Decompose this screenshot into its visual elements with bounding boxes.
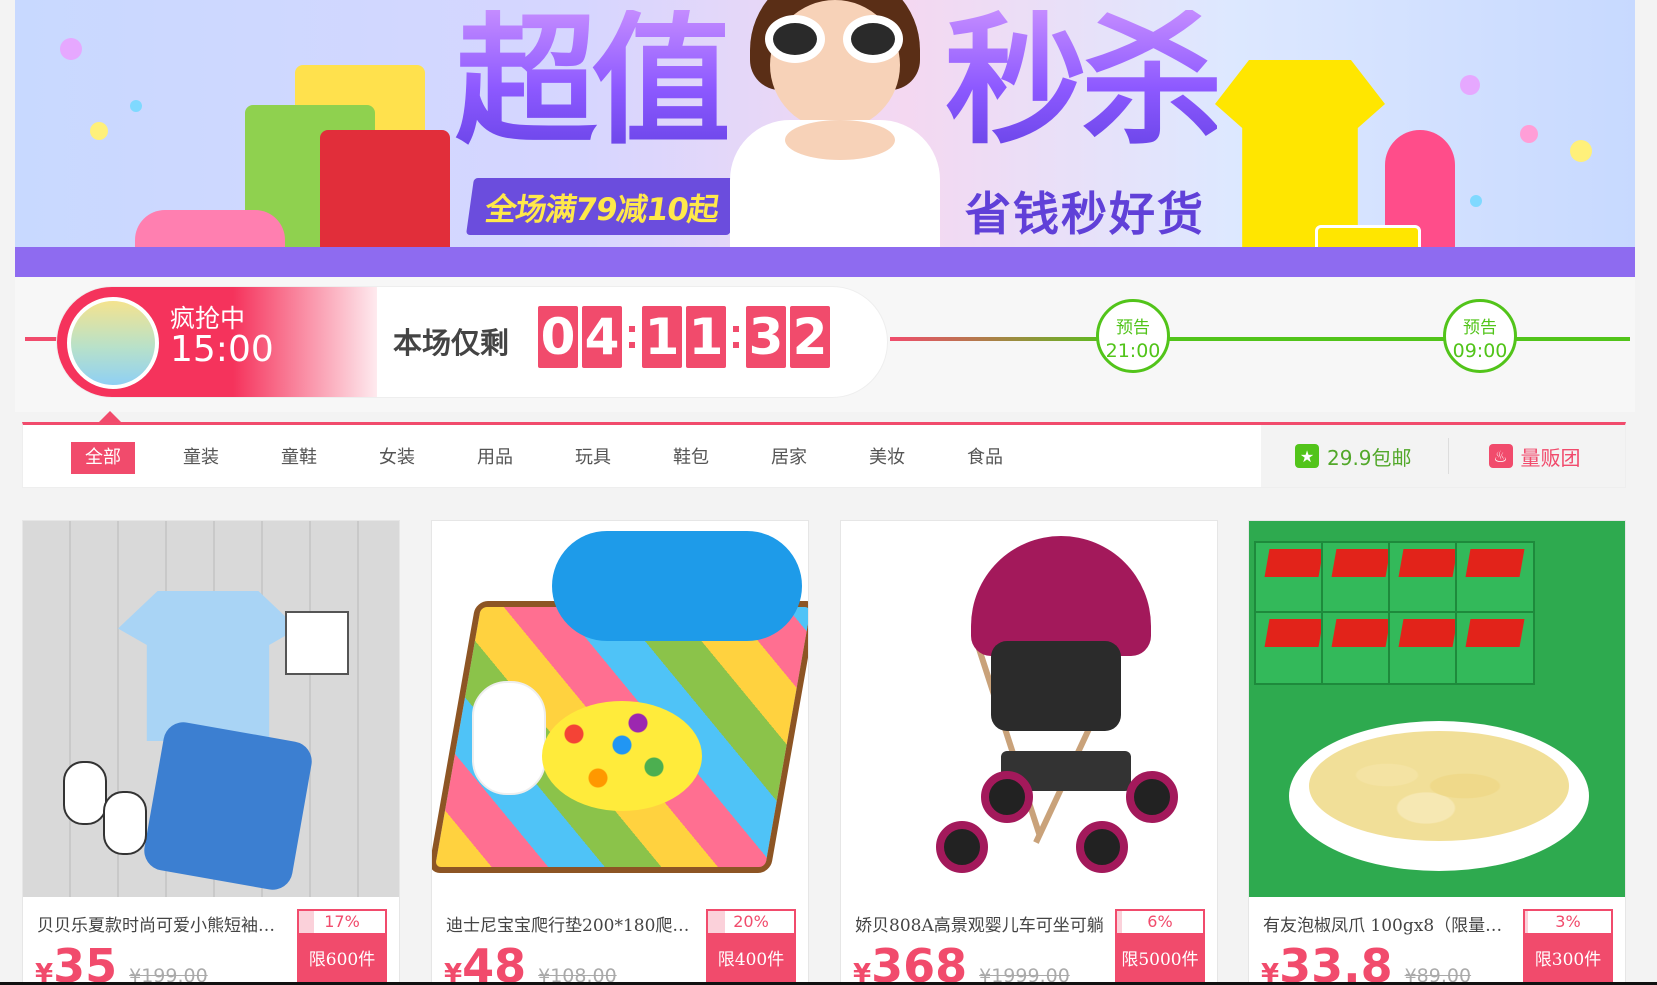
category-tab-womens-clothing[interactable]: 女装 [365,442,429,474]
sold-progress-fill [708,911,726,933]
limit-quantity-button[interactable]: 限600件 [297,935,387,984]
sun-icon [67,297,159,389]
product-card[interactable]: 迪士尼宝宝爬行垫200*180爬行垫加厚 ¥48¥108.00 20% 限400… [431,520,809,985]
product-card[interactable]: 贝贝乐夏款时尚可爱小熊短袖套装 ¥35 ¥199.00 17% 限600件 [22,520,400,985]
current-session-time: 15:00 [170,329,274,370]
sold-progress: 17% [297,909,387,935]
category-tab-kids-shoes[interactable]: 童鞋 [267,442,331,474]
limit-quantity-button[interactable]: 限400件 [706,935,796,984]
sold-progress: 20% [706,909,796,935]
free-shipping-label: 29.9包邮 [1327,445,1412,470]
category-bar: 全部 童装 童鞋 女装 用品 玩具 鞋包 居家 美妆 食品 ★ 29.9包邮 ♨… [22,411,1626,488]
model-girl-image [715,0,955,248]
category-tab-all[interactable]: 全部 [71,442,135,474]
upcoming-session-label: 预告 [1116,318,1150,338]
decor-dot [1470,195,1482,207]
decor-dot [1460,75,1480,95]
product-title[interactable]: 有友泡椒凤爪 100gx8（限量抢购） [1263,911,1513,936]
sold-progress: 6% [1115,909,1205,935]
promo-banner[interactable]: 超值 全场满79减10起 秒杀 省钱秒好货 [15,0,1635,277]
sold-progress-fill [1525,911,1528,933]
product-image[interactable] [432,521,808,897]
upcoming-session-time: 09:00 [1452,340,1508,362]
flash-sale-timeline: 疯抢中 15:00 本场仅剩 0 4 1 1 3 2 预告 21:00 预告 0… [15,277,1635,412]
product-price: ¥35 ¥199.00 [35,939,208,985]
banner-headline-left: 超值 [455,0,733,164]
product-card[interactable]: 有友泡椒凤爪 100gx8（限量抢购） ¥33.8 ¥89.00 3% 限300件 [1248,520,1626,985]
category-tab-beauty[interactable]: 美妆 [855,442,919,474]
sold-progress: 3% [1523,909,1613,935]
banner-headline-right: 秒杀 [945,0,1223,164]
decor-dot [90,122,108,140]
countdown-digit: 2 [790,306,830,368]
product-title[interactable]: 娇贝808A高景观婴儿车可坐可躺 [855,911,1105,936]
group-buy-label: 量贩团 [1520,445,1581,470]
countdown-digit: 1 [686,306,726,368]
timeline-track [890,337,1120,341]
countdown-colon [730,306,742,368]
product-price: ¥33.8 ¥89.00 [1261,939,1471,985]
decor-dot [130,100,142,112]
sold-percent: 17% [324,912,360,931]
product-image[interactable] [841,521,1217,897]
price-value: 33.8 [1279,939,1393,985]
upcoming-session-0900[interactable]: 预告 09:00 [1443,299,1517,373]
category-tab-shoes-bags[interactable]: 鞋包 [659,442,723,474]
upcoming-session-time: 21:00 [1105,340,1161,362]
sold-percent: 3% [1555,912,1581,931]
price-value: 35 [53,939,118,985]
banner-slogan: 省钱秒好货 [965,187,1205,241]
countdown-label: 本场仅剩 [393,326,510,360]
price-value: 368 [871,939,968,985]
banner-promo-tag: 全场满79减10起 [465,178,739,235]
limit-quantity-button[interactable]: 限5000件 [1115,935,1205,984]
product-title[interactable]: 迪士尼宝宝爬行垫200*180爬行垫加厚 [446,911,696,936]
decor-dot [1570,140,1592,162]
category-tab-supplies[interactable]: 用品 [463,442,527,474]
product-title[interactable]: 贝贝乐夏款时尚可爱小熊短袖套装 [37,911,287,936]
star-icon: ★ [1295,444,1319,468]
divider [1447,438,1449,474]
active-session-pointer [99,411,121,422]
product-image[interactable] [1249,521,1625,897]
product-card[interactable]: 娇贝808A高景观婴儿车可坐可躺 ¥368 ¥1999.00 6% 限5000件 [840,520,1218,985]
countdown-timer: 0 4 1 1 3 2 [538,305,834,369]
countdown-colon [626,306,638,368]
decor-dot [1520,125,1538,143]
upcoming-session-label: 预告 [1463,318,1497,338]
category-tab-food[interactable]: 食品 [953,442,1017,474]
product-price: ¥368 ¥1999.00 [853,939,1070,985]
upcoming-session-2100[interactable]: 预告 21:00 [1096,299,1170,373]
countdown-digit: 4 [582,306,622,368]
countdown-digit: 3 [746,306,786,368]
price-value: 48 [462,939,527,985]
free-shipping-link[interactable]: ★ 29.9包邮 [1295,436,1412,476]
banner-bottom-strip [15,247,1635,277]
product-grid: 贝贝乐夏款时尚可爱小熊短袖套装 ¥35 ¥199.00 17% 限600件 迪士尼… [22,520,1626,985]
product-image[interactable] [23,521,399,897]
quick-links: ★ 29.9包邮 ♨ 量贩团 [1261,425,1625,487]
timeline-track [1120,337,1630,341]
product-price: ¥48 ¥108.00 [444,939,617,985]
countdown-digit: 1 [642,306,682,368]
fire-icon: ♨ [1488,444,1513,468]
category-tab-toys[interactable]: 玩具 [561,442,625,474]
sold-percent: 6% [1147,912,1173,931]
group-buy-link[interactable]: ♨ 量贩团 [1488,436,1581,476]
countdown-digit: 0 [538,306,578,368]
category-tab-kids-clothing[interactable]: 童装 [169,442,233,474]
decor-dot [60,38,82,60]
sold-progress-fill [1117,911,1123,933]
category-tabs: 全部 童装 童鞋 女装 用品 玩具 鞋包 居家 美妆 食品 [71,442,1051,474]
limit-quantity-button[interactable]: 限300件 [1523,935,1613,984]
sold-progress-fill [299,911,314,933]
category-tab-home[interactable]: 居家 [757,442,821,474]
sold-percent: 20% [733,912,769,931]
